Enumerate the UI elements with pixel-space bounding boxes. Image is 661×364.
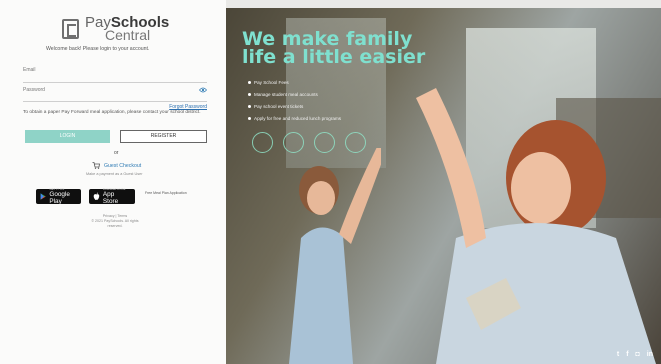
app-store-text: App Store <box>102 191 119 205</box>
guest-checkout-link[interactable]: Guest Checkout <box>92 162 141 169</box>
google-play-icon <box>40 193 46 200</box>
or-divider: or <box>114 150 119 156</box>
feature-list: Pay School Fees Manage student meal acco… <box>248 80 341 128</box>
welcome-text: Welcome back! Please login to your accou… <box>46 46 150 52</box>
child-figure-illustration <box>289 148 381 364</box>
feature-circle-icon <box>345 132 366 153</box>
social-links: t f ◘ in <box>617 351 653 358</box>
register-button[interactable]: REGISTER <box>120 130 207 143</box>
linkedin-icon[interactable]: in <box>647 351 653 358</box>
guest-checkout-label: Guest Checkout <box>104 162 142 169</box>
cart-icon <box>92 162 100 169</box>
feature-item: Pay School Fees <box>248 80 341 85</box>
google-play-badge[interactable]: GET IT ON Google Play <box>36 188 81 205</box>
google-play-text: Google Play <box>49 191 70 205</box>
password-underline <box>23 101 207 102</box>
show-password-eye-icon[interactable] <box>199 87 207 93</box>
meal-application-help-text: To obtain a paper Pay Forward meal appli… <box>23 110 201 115</box>
apple-icon <box>93 192 100 200</box>
instagram-icon[interactable]: ◘ <box>636 351 640 358</box>
free-meal-application-link[interactable]: Free Meal Plan Application <box>145 191 187 196</box>
twitter-icon[interactable]: t <box>617 351 619 358</box>
hero-banner: We make family life a little easier Pay … <box>226 8 661 364</box>
feature-circle-icon <box>283 132 304 153</box>
guest-checkout-subtext: Make a payment as a Guest User <box>86 172 143 176</box>
mother-figure-illustration <box>416 88 656 364</box>
feature-item: Manage student meal accounts <box>248 92 341 97</box>
hero-title: We make family life a little easier <box>242 28 426 68</box>
logo-icon <box>62 19 79 39</box>
copyright-text: © 2021 PaySchools. All rights reserved. <box>91 219 139 228</box>
feature-item: Pay school event tickets <box>248 104 341 109</box>
free-meal-application-text: Free Meal Plan Application <box>145 191 187 195</box>
footer-links: Privacy | Terms © 2021 PaySchools. All r… <box>84 214 146 229</box>
email-field[interactable] <box>23 72 193 82</box>
facebook-icon[interactable]: f <box>626 351 628 358</box>
app-store-badge[interactable]: Download on the App Store <box>89 188 135 205</box>
feature-circle-icons <box>252 132 366 153</box>
feature-circle-icon <box>252 132 273 153</box>
login-button[interactable]: LOGIN <box>25 130 110 143</box>
email-underline <box>23 82 207 83</box>
feature-item: Apply for free and reduced lunch program… <box>248 116 341 121</box>
feature-circle-icon <box>314 132 335 153</box>
payschools-logo[interactable]: PaySchools Central <box>62 15 169 42</box>
login-panel: PaySchools Central Welcome back! Please … <box>0 0 226 364</box>
